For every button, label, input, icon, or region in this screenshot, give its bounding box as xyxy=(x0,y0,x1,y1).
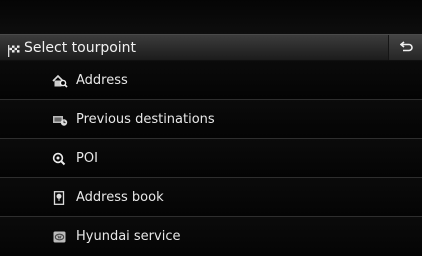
nav-screen: Select tourpoint Address Previous destin… xyxy=(0,0,422,256)
address-house-search-icon xyxy=(52,73,68,88)
checkered-flag-icon xyxy=(8,42,20,57)
status-bar xyxy=(0,0,422,34)
menu-item-label: Address xyxy=(76,73,128,88)
address-book-icon xyxy=(52,190,68,205)
previous-destinations-icon xyxy=(52,112,68,126)
menu-item-label: POI xyxy=(76,151,98,166)
poi-search-icon xyxy=(52,151,68,166)
menu-item-previous-destinations[interactable]: Previous destinations xyxy=(0,100,422,139)
back-button[interactable] xyxy=(388,35,422,60)
tourpoint-menu: Address Previous destinations POI Addres… xyxy=(0,61,422,256)
menu-item-label: Hyundai service xyxy=(76,229,181,244)
menu-item-address[interactable]: Address xyxy=(0,61,422,100)
menu-item-poi[interactable]: POI xyxy=(0,139,422,178)
menu-item-address-book[interactable]: Address book xyxy=(0,178,422,217)
hyundai-service-icon xyxy=(52,229,68,243)
menu-item-label: Address book xyxy=(76,190,164,205)
title-bar: Select tourpoint xyxy=(0,34,422,61)
page-title: Select tourpoint xyxy=(24,40,137,56)
menu-item-label: Previous destinations xyxy=(76,112,215,127)
menu-item-hyundai-service[interactable]: Hyundai service xyxy=(0,217,422,256)
